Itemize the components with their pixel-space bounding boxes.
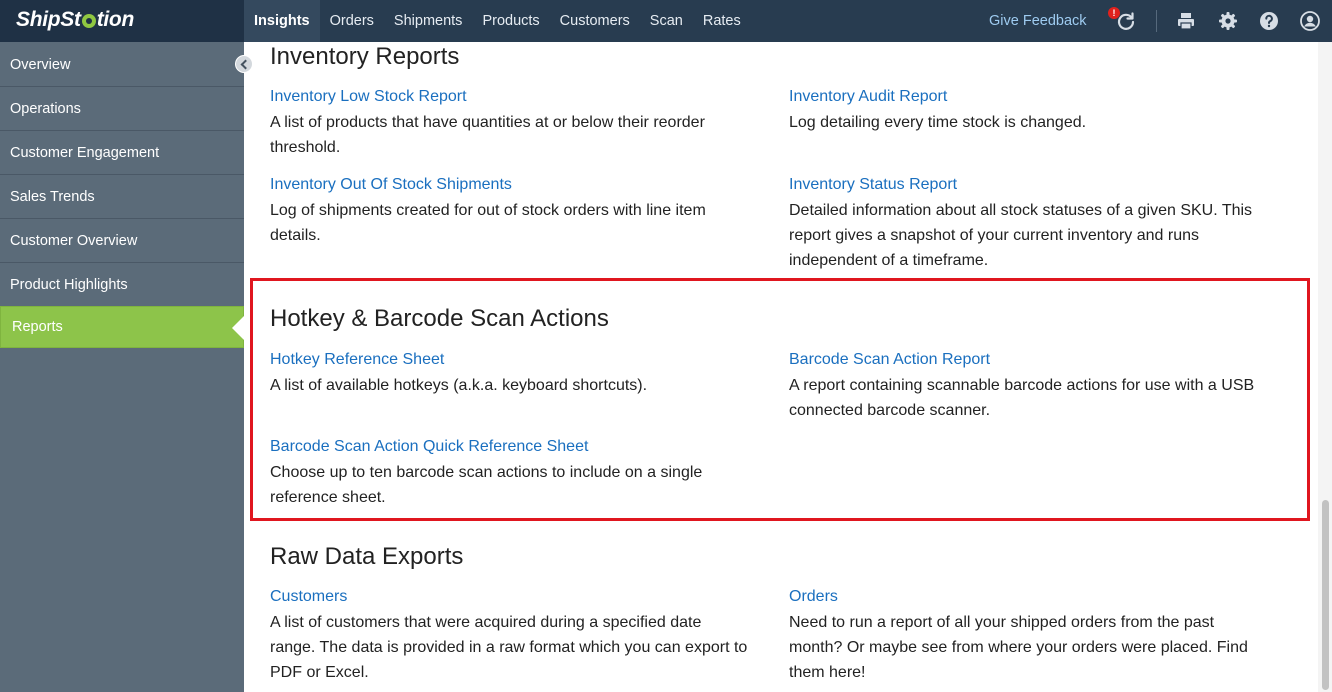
- desc-line: independent of a timeframe.: [789, 252, 989, 269]
- report-link-hotkey-reference[interactable]: Hotkey Reference Sheet: [270, 351, 444, 369]
- active-item-indicator: [232, 316, 244, 340]
- sidebar-item-sales-trends[interactable]: Sales Trends: [0, 176, 244, 219]
- sidebar-item-product-highlights[interactable]: Product Highlights: [0, 264, 244, 307]
- section-title-hotkey: Hotkey & Barcode Scan Actions: [270, 305, 609, 332]
- report-desc: A list of customers that were acquired d…: [270, 610, 747, 685]
- shipstation-logo[interactable]: ShipSt tion: [0, 0, 244, 42]
- top-navbar: ShipSt tion Insights Orders Shipments Pro…: [0, 0, 1332, 42]
- desc-line: A list of products that have quantities …: [270, 114, 705, 131]
- sidebar: Overview Operations Customer Engagement …: [0, 42, 244, 692]
- desc-line: range. The data is provided in a raw for…: [270, 639, 748, 656]
- desc-line: A list of available hotkeys (a.k.a. keyb…: [270, 377, 648, 394]
- report-link-orders[interactable]: Orders: [789, 588, 838, 606]
- give-feedback-link[interactable]: Give Feedback: [989, 0, 1087, 42]
- sidebar-item-overview[interactable]: Overview: [0, 44, 244, 87]
- toolbar-divider: [1156, 10, 1157, 32]
- report-desc: A list of products that have quantities …: [270, 110, 705, 160]
- printer-icon[interactable]: [1176, 11, 1196, 31]
- desc-line: Need to run a report of all your shipped…: [789, 614, 1215, 631]
- desc-line: Log of shipments created for out of stoc…: [270, 202, 706, 219]
- sidebar-item-operations[interactable]: Operations: [0, 88, 244, 131]
- desc-line: them here!: [789, 664, 866, 681]
- nav-scan[interactable]: Scan: [640, 0, 693, 42]
- report-desc: Detailed information about all stock sta…: [789, 198, 1252, 273]
- sidebar-item-customer-overview[interactable]: Customer Overview: [0, 220, 244, 263]
- section-title-inventory: Inventory Reports: [270, 43, 460, 70]
- report-desc: Log detailing every time stock is change…: [789, 110, 1086, 135]
- logo-gear-icon: [81, 14, 96, 28]
- desc-line: A report containing scannable barcode ac…: [789, 377, 1255, 394]
- desc-line: A list of customers that were acquired d…: [270, 614, 702, 631]
- nav-insights[interactable]: Insights: [244, 0, 320, 42]
- nav-products[interactable]: Products: [472, 0, 549, 42]
- report-link-customers[interactable]: Customers: [270, 588, 347, 606]
- desc-line: month? Or maybe see from where your orde…: [789, 639, 1248, 656]
- notification-badge[interactable]: !: [1108, 7, 1120, 19]
- nav-customers[interactable]: Customers: [550, 0, 640, 42]
- report-link-inventory-low-stock[interactable]: Inventory Low Stock Report: [270, 88, 467, 106]
- gear-icon[interactable]: [1218, 11, 1238, 31]
- section-title-raw-data: Raw Data Exports: [270, 543, 464, 570]
- nav-rates[interactable]: Rates: [693, 0, 751, 42]
- report-link-inventory-status[interactable]: Inventory Status Report: [789, 176, 957, 194]
- desc-line: threshold.: [270, 139, 341, 156]
- nav-orders[interactable]: Orders: [320, 0, 384, 42]
- main-nav: Insights Orders Shipments Products Custo…: [244, 0, 751, 42]
- report-link-barcode-scan-action[interactable]: Barcode Scan Action Report: [789, 351, 990, 369]
- desc-line: details.: [270, 227, 321, 244]
- scrollbar-thumb[interactable]: [1322, 500, 1329, 690]
- sidebar-item-customer-engagement[interactable]: Customer Engagement: [0, 132, 244, 175]
- report-desc: Need to run a report of all your shipped…: [789, 610, 1248, 685]
- logo-wordmark: ShipSt tion: [16, 8, 134, 31]
- report-link-inventory-audit[interactable]: Inventory Audit Report: [789, 88, 947, 106]
- desc-line: Log detailing every time stock is change…: [789, 114, 1087, 131]
- desc-line: connected barcode scanner.: [789, 402, 991, 419]
- desc-line: Detailed information about all stock sta…: [789, 202, 1253, 219]
- help-icon[interactable]: [1259, 11, 1279, 31]
- report-desc: A list of available hotkeys (a.k.a. keyb…: [270, 373, 647, 398]
- report-desc: Choose up to ten barcode scan actions to…: [270, 460, 702, 510]
- desc-line: reference sheet.: [270, 489, 386, 506]
- desc-line: Choose up to ten barcode scan actions to…: [270, 464, 703, 481]
- sidebar-item-reports[interactable]: Reports: [0, 306, 244, 348]
- desc-line: PDF or Excel.: [270, 664, 369, 681]
- report-desc: Log of shipments created for out of stoc…: [270, 198, 706, 248]
- collapse-sidebar-button[interactable]: [235, 55, 253, 73]
- user-icon[interactable]: [1300, 11, 1320, 31]
- nav-shipments[interactable]: Shipments: [384, 0, 473, 42]
- report-desc: A report containing scannable barcode ac…: [789, 373, 1254, 423]
- report-link-inventory-out-of-stock[interactable]: Inventory Out Of Stock Shipments: [270, 176, 512, 194]
- report-link-barcode-quick-reference[interactable]: Barcode Scan Action Quick Reference Shee…: [270, 438, 588, 456]
- desc-line: report gives a snapshot of your current …: [789, 227, 1199, 244]
